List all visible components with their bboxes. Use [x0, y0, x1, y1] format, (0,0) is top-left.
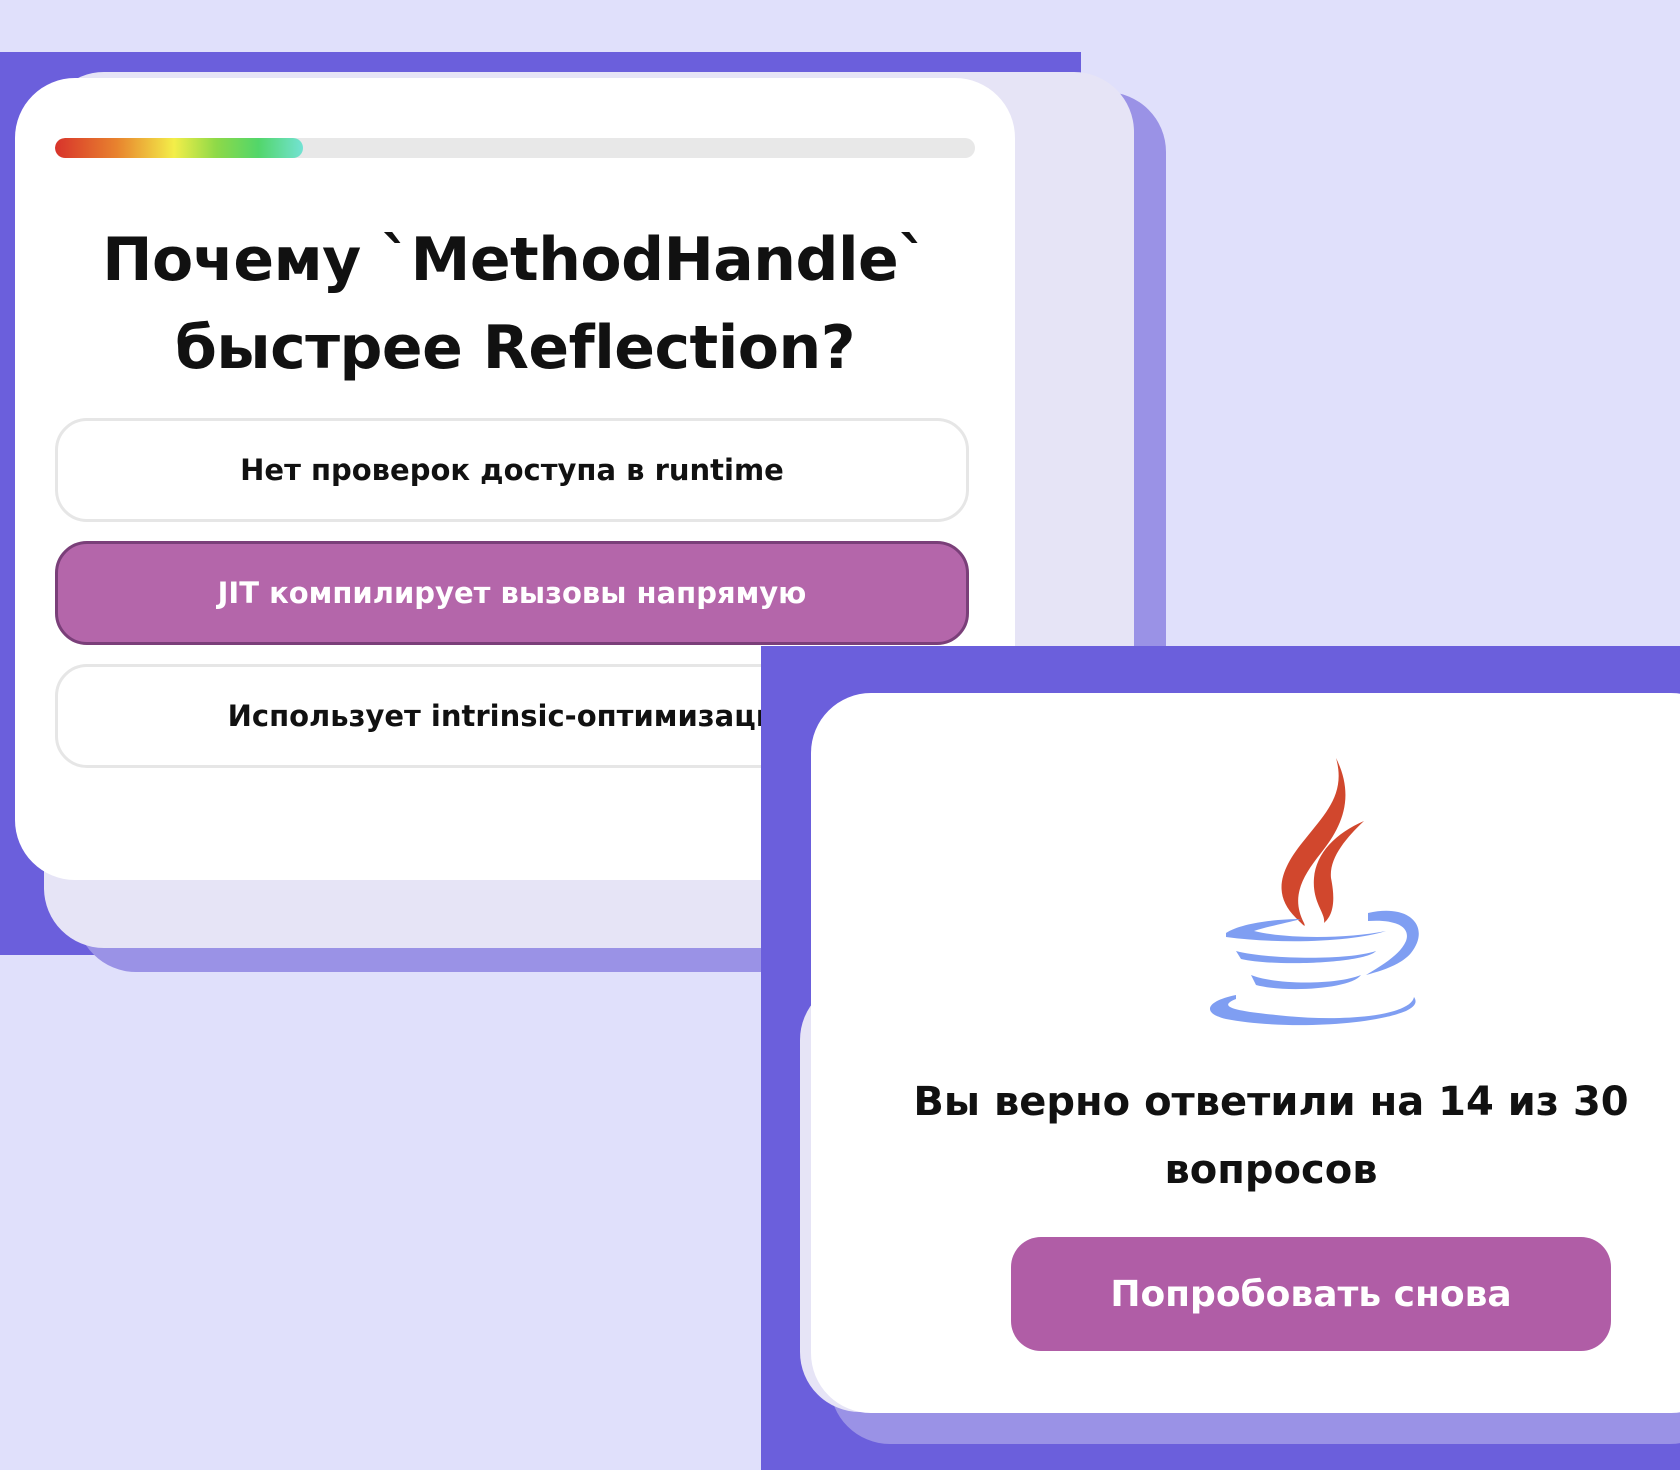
answer-option-label: JIT компилирует вызовы напрямую [217, 576, 807, 610]
answer-option-label: Использует intrinsic-оптимизации [227, 699, 797, 733]
question-title: Почему `MethodHandle` быстрее Reflection… [102, 225, 928, 383]
java-logo-icon [1209, 758, 1419, 1026]
quiz-progress-fill [55, 138, 304, 158]
retry-button[interactable]: Попробовать снова [1011, 1237, 1611, 1351]
result-score-message: Вы верно ответили на 14 из 30 вопросов [913, 1079, 1629, 1193]
quiz-progress-bar [55, 138, 975, 158]
result-card: Вы верно ответили на 14 из 30 вопросов П… [811, 693, 1680, 1413]
answer-option-label: Нет проверок доступа в runtime [240, 453, 784, 487]
answer-option-1[interactable]: Нет проверок доступа в runtime [55, 418, 969, 522]
answer-option-2-selected[interactable]: JIT компилирует вызовы напрямую [55, 541, 969, 645]
